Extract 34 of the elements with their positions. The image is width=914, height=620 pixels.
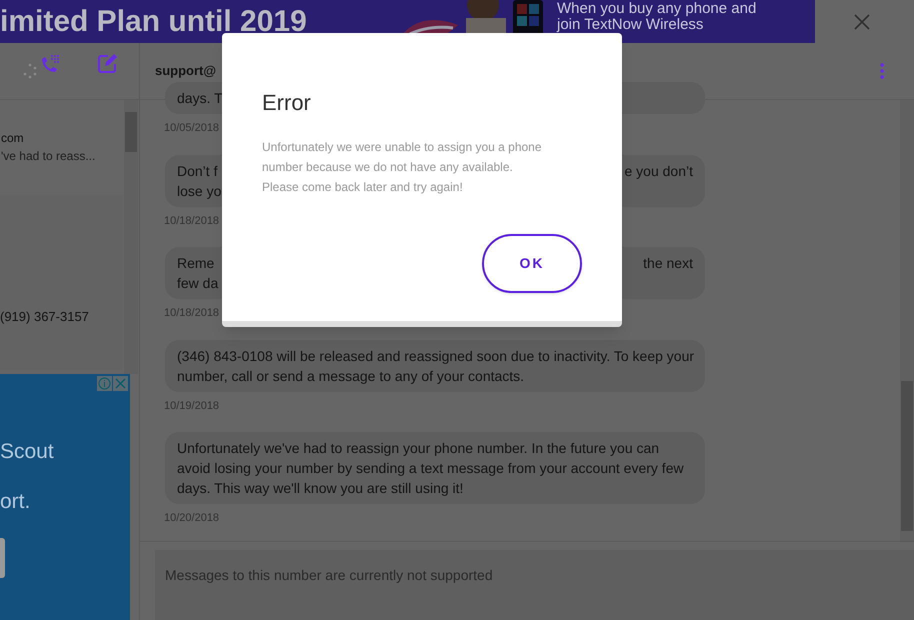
ad-panel[interactable]: Scout ort. — [0, 374, 130, 620]
conversation-preview[interactable]: 've had to reass... — [0, 147, 123, 165]
scrollbar[interactable] — [124, 100, 138, 374]
ad-text: ort. — [0, 490, 32, 514]
message-text: Don’t f — [177, 162, 218, 180]
message-text: few da — [177, 274, 218, 293]
message-text: e you don’t — [624, 162, 693, 180]
message-text: days. This way we'll know you are still using it! — [177, 479, 464, 498]
conversation-title[interactable]: com — [0, 129, 123, 147]
banner-tagline: When you buy any phone and join TextNow Wireless — [557, 1, 756, 33]
ok-button[interactable]: OK — [482, 234, 582, 293]
banner-headline: imited Plan until 2019 — [0, 4, 308, 40]
contact-name: support@ — [155, 62, 216, 80]
ad-button[interactable] — [0, 538, 5, 578]
dialpad-phone-icon[interactable] — [39, 53, 61, 75]
compose-icon[interactable] — [96, 53, 118, 75]
message-text: avoid losing your number by sending a text message from your account every few — [177, 459, 684, 478]
more-options-icon[interactable] — [880, 63, 884, 79]
message-text: the next — [643, 254, 693, 273]
scrollbar[interactable] — [900, 100, 914, 541]
message-text: number, call or send a message to any of your contacts. — [177, 366, 524, 386]
message-text: Reme — [177, 254, 214, 273]
loading-spinner-icon — [22, 63, 38, 79]
close-icon[interactable] — [852, 12, 870, 30]
dialog-title: Error — [262, 89, 312, 117]
ad-text: Scout — [0, 440, 55, 464]
message-text: lose yo — [177, 182, 222, 200]
message-text: Unfortunately we've had to reassign your phone number. In the future you can — [177, 439, 660, 458]
phone-number: (919) 367-3157 — [0, 308, 90, 326]
info-icon[interactable] — [97, 376, 112, 391]
dialog-message: Unfortunately we were unable to assign you a phone number because we do not have any available. Please come back later and try again! — [262, 139, 543, 196]
message-text: (346) 843-0108 will be released and reassigned soon due to inactivity. To keep your — [177, 346, 694, 366]
close-icon[interactable] — [113, 376, 128, 391]
message-text: days. T — [177, 89, 223, 108]
